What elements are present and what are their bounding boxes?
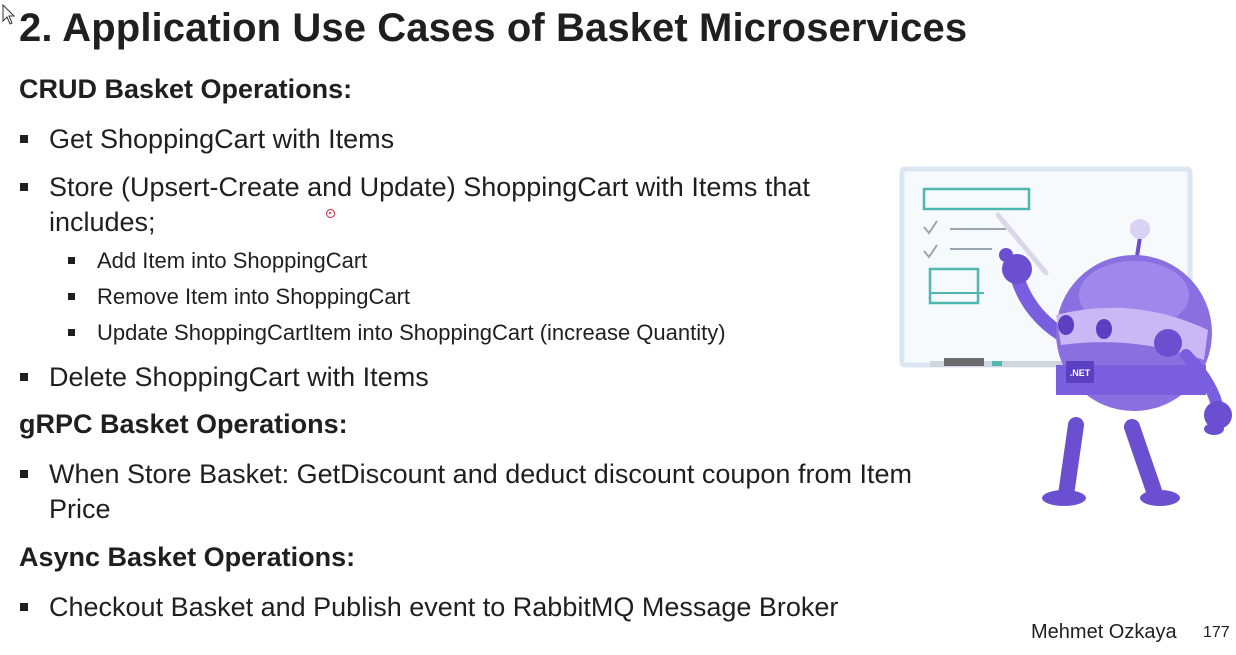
section-heading-async: Async Basket Operations:	[19, 542, 356, 572]
bullet-square-icon	[20, 470, 28, 478]
sub-bullet-square-icon	[68, 293, 75, 300]
section-heading-grpc: gRPC Basket Operations:	[19, 409, 348, 439]
bullet-square-icon	[20, 373, 28, 381]
sub-bullet-remove-item: Remove Item into ShoppingCart	[68, 283, 410, 311]
dotnet-bot-illustration: .NET	[899, 166, 1232, 506]
bullet-delete-cart: Delete ShoppingCart with Items	[20, 360, 429, 395]
sub-bullet-square-icon	[68, 257, 75, 264]
sub-bullet-update-item: Update ShoppingCartItem into ShoppingCar…	[68, 319, 726, 347]
bullet-get-discount: When Store Basket: GetDiscount and deduc…	[20, 457, 930, 527]
bullet-store-cart: Store (Upsert-Create and Update) Shoppin…	[20, 170, 890, 240]
mouse-cursor-icon	[2, 4, 16, 25]
dotnet-badge-text: .NET	[1070, 368, 1091, 378]
bullet-checkout-basket: Checkout Basket and Publish event to Rab…	[20, 590, 838, 625]
sub-bullet-square-icon	[68, 329, 75, 336]
section-heading-crud: CRUD Basket Operations:	[19, 74, 353, 104]
bullet-square-icon	[20, 183, 28, 191]
pointer-dot-icon	[326, 209, 335, 218]
bullet-get-cart: Get ShoppingCart with Items	[20, 122, 920, 157]
bullet-square-icon	[20, 603, 28, 611]
sub-bullet-add-item: Add Item into ShoppingCart	[68, 247, 367, 275]
footer-author: Mehmet Ozkaya	[1031, 621, 1177, 643]
page-number: 177	[1203, 624, 1230, 641]
bullet-square-icon	[20, 135, 28, 143]
slide-title: 2. Application Use Cases of Basket Micro…	[19, 6, 968, 50]
